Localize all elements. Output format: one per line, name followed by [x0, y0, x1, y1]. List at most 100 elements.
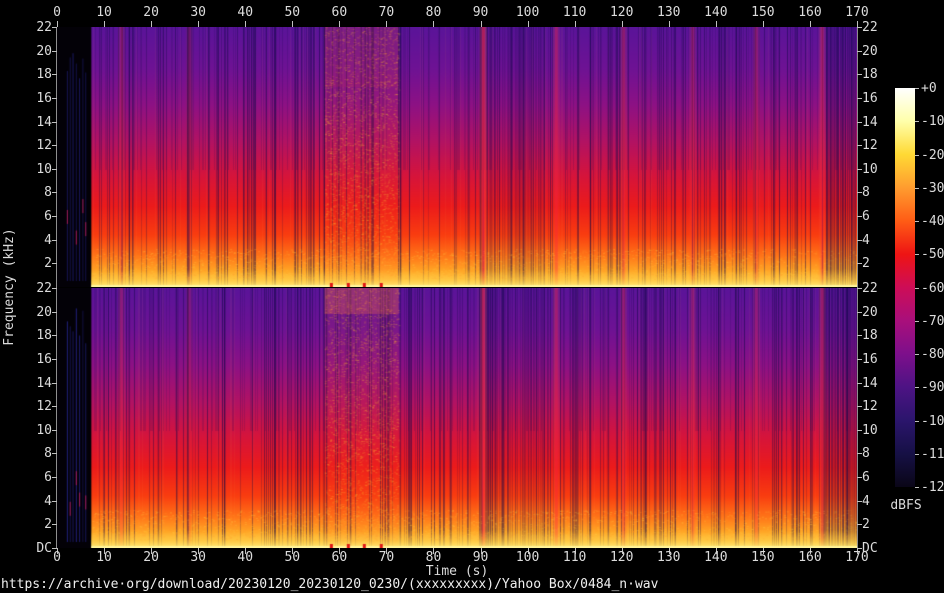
y-tick-mark-left: [52, 50, 57, 52]
x-tick-label-top: 120: [609, 5, 634, 20]
y-tick-label-left: 2: [44, 256, 52, 272]
x-tick-label-bottom: 30: [190, 550, 206, 565]
colorbar-tick-mark: [915, 453, 919, 455]
colorbar-tick-mark: [915, 187, 919, 189]
x-tick-label-top: 70: [378, 5, 395, 20]
colorbar-tick-label: -90: [921, 380, 944, 396]
colorbar-tick-label: +0: [921, 81, 937, 96]
x-tick-label-top: 90: [472, 5, 489, 20]
colorbar-tick-mark: [915, 254, 919, 256]
y-tick-label-left: 8: [44, 185, 52, 201]
y-tick-label-left: 6: [44, 209, 52, 225]
y-tick-label-left: 22: [36, 20, 52, 35]
x-tick-label-top: 100: [515, 5, 540, 20]
colorbar-tick-mark: [915, 287, 919, 289]
y-tick-label-right: 2: [862, 517, 870, 533]
y-tick-label-left: 18: [36, 328, 52, 344]
colorbar-tick-label: -110: [921, 446, 944, 462]
x-tick-label-bottom: 50: [284, 550, 301, 565]
frequency-axis-title: Frequency (kHz): [2, 228, 17, 346]
x-tick-label-bottom: 70: [378, 550, 395, 565]
colorbar-tick-mark: [915, 354, 919, 355]
y-tick-label-left: 12: [36, 138, 52, 154]
y-tick-label-left: 10: [36, 161, 52, 177]
colorbar-tick-label: -20: [921, 147, 944, 163]
y-tick-label-left: 8: [44, 446, 52, 462]
y-tick-mark-left: [52, 382, 57, 384]
y-tick-mark-left: [52, 429, 57, 431]
y-tick-mark-left: [52, 335, 57, 337]
y-tick-label-right: 4: [862, 232, 870, 248]
y-tick-mark-left: [52, 97, 57, 99]
x-tick-mark-top: [198, 21, 200, 27]
y-tick-label-right: 14: [862, 375, 878, 391]
y-tick-mark-left: [52, 548, 57, 549]
x-tick-mark-top: [621, 21, 623, 27]
y-tick-label-right: 20: [862, 304, 878, 320]
colorbar-tick-mark: [915, 420, 919, 422]
x-tick-mark-top: [668, 21, 670, 27]
x-tick-mark-top: [245, 21, 247, 27]
y-tick-label-right: 6: [862, 470, 870, 486]
spectrogram-bottom-channel: [57, 288, 857, 548]
colorbar-tick-mark: [915, 320, 919, 322]
y-tick-label-right: 16: [862, 351, 878, 367]
y-tick-mark-left: [52, 121, 57, 123]
colorbar-tick-label: -100: [921, 413, 944, 429]
colorbar-tick-label: -80: [921, 347, 944, 362]
y-tick-label-left: 20: [36, 304, 52, 320]
x-tick-label-top: 10: [96, 5, 112, 20]
colorbar-tick-label: -40: [921, 214, 944, 229]
x-tick-mark-top: [151, 21, 153, 27]
x-tick-label-bottom: 80: [425, 550, 442, 565]
x-tick-mark-top: [715, 21, 717, 27]
y-tick-label-right: 14: [862, 114, 878, 130]
x-tick-mark-top: [386, 21, 388, 27]
x-tick-mark-top: [433, 21, 435, 27]
y-tick-label-right: 18: [862, 328, 878, 344]
colorbar-tick-label: -30: [921, 180, 944, 196]
y-tick-label-left: 12: [36, 399, 52, 415]
x-tick-label-top: 60: [331, 5, 348, 20]
x-tick-label-bottom: 10: [96, 550, 112, 565]
y-tick-label-right: 2: [862, 256, 870, 272]
x-tick-mark-top: [809, 21, 811, 27]
x-tick-label-top: 0: [53, 5, 61, 20]
y-tick-mark-left: [52, 406, 57, 408]
x-tick-label-bottom: 160: [798, 550, 822, 565]
y-tick-mark-left: [52, 477, 57, 479]
x-tick-label-top: 20: [143, 5, 159, 20]
x-tick-label-top: 150: [751, 5, 775, 20]
x-tick-label-bottom: 150: [751, 550, 775, 565]
x-tick-label-bottom: 110: [562, 550, 587, 565]
y-tick-mark-left: [52, 216, 57, 218]
x-tick-mark-top: [57, 21, 58, 27]
x-tick-label-top: 160: [798, 5, 822, 20]
y-tick-label-left: 20: [36, 43, 52, 59]
x-tick-mark-top: [527, 21, 529, 27]
y-tick-label-right: 12: [862, 399, 878, 415]
y-tick-mark-left: [52, 27, 57, 28]
y-tick-label-right: 10: [862, 422, 878, 438]
y-tick-mark-left: [52, 239, 57, 241]
y-tick-mark-left: [52, 192, 57, 194]
x-tick-label-top: 80: [425, 5, 442, 20]
x-tick-label-top: 140: [704, 5, 728, 20]
colorbar-tick-mark: [915, 387, 919, 389]
y-tick-label-left: 18: [36, 67, 52, 83]
x-tick-label-bottom: 40: [237, 550, 254, 565]
y-tick-label-left: 16: [36, 90, 52, 106]
x-tick-label-top: 40: [237, 5, 254, 20]
colorbar-tick-mark: [915, 88, 919, 89]
x-tick-label-bottom: 90: [472, 550, 489, 565]
y-tick-label-left: 2: [44, 517, 52, 533]
x-tick-mark-top: [480, 21, 482, 27]
y-tick-label-left: 22: [36, 281, 52, 296]
colorbar: [895, 88, 915, 487]
y-tick-mark-left: [52, 145, 57, 147]
x-tick-mark-top: [574, 21, 576, 27]
colorbar-tick-label: -70: [921, 313, 944, 329]
y-tick-label-right: 22: [862, 281, 878, 296]
url-caption: https://archive·org/download/20230120_20…: [1, 577, 659, 592]
y-tick-label-left: 4: [44, 232, 52, 248]
